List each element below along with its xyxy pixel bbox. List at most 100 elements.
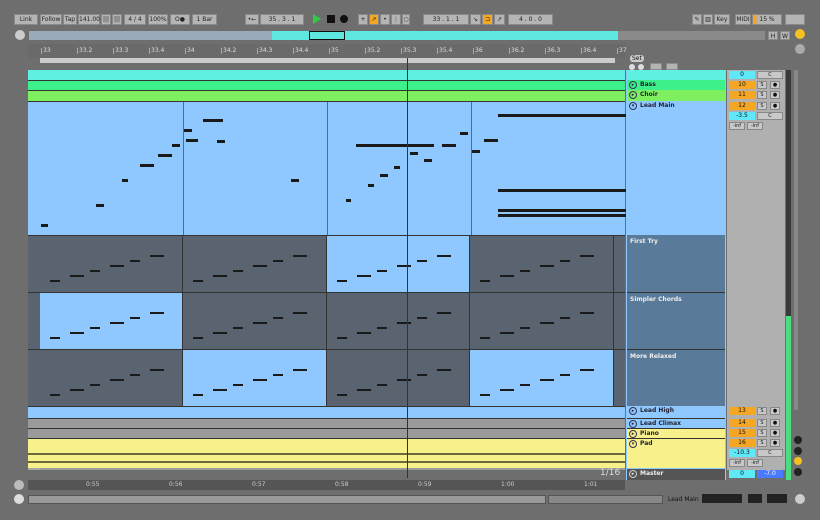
midi-thumbnail[interactable] <box>748 494 762 503</box>
take-lane-simpler-chords[interactable] <box>28 292 625 350</box>
track-header-lead-climax[interactable]: ▸ Lead Climax <box>627 418 725 428</box>
sends-toggle-icon[interactable] <box>794 447 802 455</box>
midi-note[interactable] <box>253 379 267 381</box>
capture-icon[interactable]: ⋮ <box>391 14 401 25</box>
loop-brace[interactable] <box>40 58 615 63</box>
metronome-button[interactable]: O● <box>170 14 190 25</box>
midi-note[interactable] <box>293 312 307 314</box>
track-header-lead-main[interactable]: ▾ Lead Main <box>627 101 725 235</box>
track-header-top[interactable] <box>627 70 725 80</box>
midi-note[interactable] <box>437 255 451 257</box>
solo-button[interactable]: S <box>757 81 767 89</box>
track-activator[interactable]: 15 <box>729 429 755 437</box>
nudge-up-icon[interactable]: ||| <box>112 14 122 25</box>
detail-thumbnail[interactable] <box>767 494 787 503</box>
midi-note[interactable] <box>193 394 203 396</box>
unfold-icon[interactable]: ▾ <box>629 102 637 110</box>
draw-mode-icon[interactable]: ✎ <box>692 14 702 25</box>
position-field[interactable]: 35 . 3 . 1 <box>260 14 304 25</box>
time-ruler[interactable]: 0:55 0:56 0:57 0:58 0:59 1:00 1:01 <box>28 480 625 490</box>
tempo-field[interactable]: 141.00 <box>78 14 100 25</box>
midi-note[interactable] <box>357 332 371 334</box>
midi-note[interactable] <box>498 214 643 217</box>
midi-note[interactable] <box>213 389 227 391</box>
send-a-field[interactable]: -inf <box>729 459 745 467</box>
set-locator-button[interactable] <box>650 63 662 70</box>
midi-note[interactable] <box>253 265 267 267</box>
track-activator[interactable]: 16 <box>729 439 755 447</box>
arm-button[interactable]: ● <box>770 81 780 89</box>
lane-header-more-relaxed[interactable]: More Relaxed <box>627 349 725 406</box>
send-a-field[interactable]: -inf <box>729 122 745 130</box>
returns-toggle-icon[interactable] <box>794 457 802 465</box>
midi-note[interactable] <box>580 369 594 371</box>
arm-button[interactable]: ● <box>770 439 780 447</box>
fold-icon[interactable]: ▸ <box>629 430 637 438</box>
tap-button[interactable]: Tap <box>63 14 77 25</box>
track-activator[interactable]: 12 <box>729 102 755 110</box>
midi-note[interactable] <box>90 384 100 386</box>
master-volume[interactable]: 0 <box>729 470 755 478</box>
midi-note[interactable] <box>356 144 434 147</box>
midi-note[interactable] <box>150 369 164 371</box>
midi-note[interactable] <box>233 384 243 386</box>
pan-field[interactable]: C <box>757 71 783 79</box>
midi-map-button[interactable]: MIDI <box>735 14 751 25</box>
midi-note[interactable] <box>394 166 400 169</box>
session-record-icon[interactable]: • <box>380 14 390 25</box>
track-row-piano[interactable] <box>28 428 625 438</box>
midi-note[interactable] <box>291 179 299 182</box>
track-row-choir[interactable] <box>28 90 625 101</box>
solo-button[interactable]: S <box>757 102 767 110</box>
fold-icon[interactable]: ▸ <box>629 91 637 99</box>
midi-note[interactable] <box>417 374 427 376</box>
solo-button[interactable]: S <box>757 419 767 427</box>
io-toggle-icon[interactable] <box>794 436 802 444</box>
volume-field[interactable]: 0 <box>729 71 755 79</box>
midi-note[interactable] <box>560 317 570 319</box>
midi-note[interactable] <box>417 260 427 262</box>
midi-note[interactable] <box>50 394 60 396</box>
arm-button[interactable]: ● <box>770 102 780 110</box>
midi-note[interactable] <box>346 199 351 202</box>
midi-note[interactable] <box>498 114 643 117</box>
time-signature-field[interactable]: 4 / 4 <box>124 14 146 25</box>
clip-pad[interactable] <box>28 438 625 468</box>
device-thumbnail[interactable] <box>702 494 742 503</box>
play-icon[interactable] <box>313 14 321 24</box>
volume-field[interactable]: -10.3 <box>729 449 755 457</box>
midi-note[interactable] <box>380 174 388 177</box>
track-header-pad[interactable]: ▾ Pad <box>627 438 725 468</box>
arm-button[interactable]: ● <box>770 419 780 427</box>
pan-field[interactable]: C <box>757 112 783 120</box>
volume-field[interactable]: -3.5 <box>729 112 755 120</box>
nudge-down-icon[interactable]: ||| <box>101 14 111 25</box>
clip-view-toggle-icon[interactable] <box>14 494 24 504</box>
track-row-top[interactable] <box>28 70 625 80</box>
midi-note[interactable] <box>500 389 514 391</box>
lane-header-first-try[interactable]: First Try <box>627 235 725 292</box>
arrangement-overview[interactable] <box>29 31 765 40</box>
punch-in-icon[interactable]: ↘ <box>470 14 481 25</box>
midi-note[interactable] <box>540 379 554 381</box>
midi-note[interactable] <box>377 327 387 329</box>
loop-record-icon[interactable]: ○ <box>402 14 410 25</box>
optimize-height-button[interactable]: H <box>768 31 778 40</box>
midi-note[interactable] <box>472 150 480 153</box>
midi-note[interactable] <box>110 322 124 324</box>
browser-toggle-icon[interactable] <box>795 29 805 39</box>
midi-note[interactable] <box>460 132 468 135</box>
midi-note[interactable] <box>110 265 124 267</box>
midi-note[interactable] <box>150 255 164 257</box>
overdub-icon[interactable]: + <box>358 14 368 25</box>
track-row-lead-high[interactable] <box>28 406 625 418</box>
pan-field[interactable]: C <box>757 449 783 457</box>
midi-note[interactable] <box>203 119 223 122</box>
lock-envelopes-button[interactable] <box>666 63 678 70</box>
midi-note[interactable] <box>273 374 283 376</box>
solo-button[interactable]: S <box>757 91 767 99</box>
midi-note[interactable] <box>186 139 198 142</box>
loop-length-field[interactable]: 4 . 0 . 0 <box>508 14 553 25</box>
automation-arm-icon[interactable]: ↗ <box>369 14 379 25</box>
track-header-bass[interactable]: ▸ Bass <box>627 80 725 90</box>
